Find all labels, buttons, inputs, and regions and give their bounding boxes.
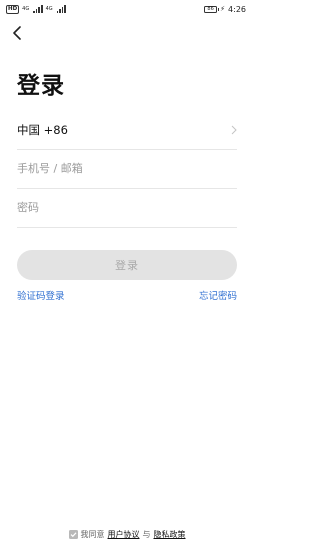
- forgot-password-link[interactable]: 忘记密码: [199, 288, 237, 302]
- status-right: 86 ⚡ 4:26: [204, 5, 246, 14]
- privacy-policy-link[interactable]: 隐私政策: [154, 529, 186, 540]
- status-left: HD 4G 4G: [6, 4, 67, 14]
- code-login-link[interactable]: 验证码登录: [17, 288, 65, 302]
- back-button[interactable]: [8, 23, 26, 43]
- country-selector[interactable]: 中国 +86: [17, 110, 237, 150]
- user-agreement-link[interactable]: 用户协议: [108, 529, 140, 540]
- signal-icon-2: [56, 5, 67, 13]
- login-screen: HD 4G 4G 86 ⚡ 4:26 登录 中国 +86 登录 验证码登录 忘记…: [0, 0, 254, 550]
- signal-label-1: 4G: [22, 6, 30, 12]
- charging-icon: ⚡: [220, 5, 226, 13]
- battery-icon: 86: [204, 5, 220, 13]
- phone-email-input[interactable]: [17, 162, 237, 175]
- signal-label-2: 4G: [45, 6, 53, 12]
- country-code-label: 中国 +86: [17, 122, 68, 137]
- phone-email-field-row: [17, 149, 237, 189]
- signal-icon: [33, 5, 43, 13]
- agreement-checkbox[interactable]: [68, 530, 78, 539]
- status-bar: HD 4G 4G 86 ⚡ 4:26: [0, 0, 254, 18]
- page-title: 登录: [17, 73, 65, 99]
- checkmark-icon: [70, 532, 76, 538]
- agreement-prefix: 我同意: [80, 530, 105, 539]
- hd-badge: HD: [6, 4, 20, 14]
- chevron-left-icon: [13, 26, 21, 40]
- password-input[interactable]: [17, 201, 237, 214]
- login-button[interactable]: 登录: [17, 250, 237, 280]
- agreement-row: 我同意 用户协议 与 隐私政策: [0, 529, 254, 540]
- password-field-row: [17, 188, 237, 228]
- chevron-right-icon: [231, 120, 237, 139]
- agreement-conjunction: 与: [142, 530, 151, 539]
- clock: 4:26: [228, 4, 246, 14]
